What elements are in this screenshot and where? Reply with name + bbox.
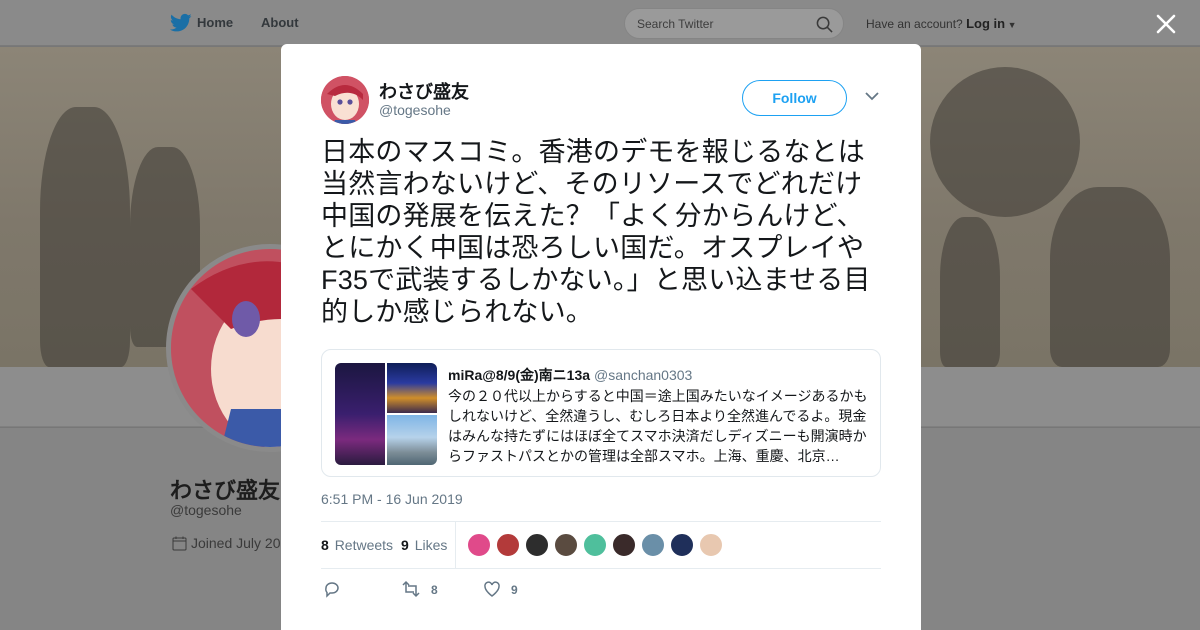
- divider: [321, 568, 881, 569]
- top-navigation-bar: Home About Search Twitter Have an accoun…: [0, 0, 1200, 46]
- quoted-tweet-text: 今の２０代以上からすると中国＝途上国みたいなイメージあるかもしれないけど、全然違…: [448, 388, 868, 464]
- tweet-actions: 8 9: [321, 577, 881, 603]
- quoted-image-1[interactable]: [335, 363, 385, 465]
- liker-avatar[interactable]: [525, 533, 549, 557]
- nav-about-link[interactable]: About: [261, 15, 299, 30]
- nav-home-link[interactable]: Home: [197, 15, 233, 30]
- account-area: Have an account? Log in ▼: [866, 16, 1017, 31]
- author-handle[interactable]: @togesohe: [379, 102, 451, 118]
- liker-avatar[interactable]: [496, 533, 520, 557]
- likes-stat[interactable]: 9 Likes: [401, 537, 447, 553]
- profile-name: わさび盛友: [170, 478, 281, 503]
- retweet-button[interactable]: 8: [401, 580, 438, 598]
- login-link[interactable]: Log in: [966, 16, 1005, 31]
- quoted-tweet-images[interactable]: [335, 363, 437, 465]
- search-input[interactable]: Search Twitter: [624, 8, 844, 39]
- tweet-timestamp[interactable]: 6:51 PM - 16 Jun 2019: [321, 491, 463, 507]
- liker-avatar[interactable]: [467, 533, 491, 557]
- retweets-stat[interactable]: 8 Retweets: [321, 537, 393, 553]
- stats-separator: [455, 522, 456, 568]
- close-icon[interactable]: [1155, 13, 1177, 35]
- retweet-action-count: 8: [431, 583, 438, 597]
- login-caret-icon[interactable]: ▼: [1005, 20, 1017, 30]
- reply-button[interactable]: [323, 580, 351, 598]
- reply-icon: [325, 582, 339, 598]
- tweet-stats: 8 Retweets 9 Likes: [321, 522, 881, 568]
- author-name[interactable]: わさび盛友: [379, 78, 469, 104]
- like-button[interactable]: 9: [483, 580, 518, 598]
- retweets-count: 8: [321, 537, 329, 553]
- liker-avatar[interactable]: [670, 533, 694, 557]
- author-avatar-illustration: [321, 76, 369, 124]
- heart-icon: [484, 581, 500, 597]
- quoted-tweet-header: miRa@8/9(金)南ニ13a @sanchan0303: [448, 365, 692, 385]
- retweets-label: Retweets: [334, 537, 394, 553]
- follow-button[interactable]: Follow: [742, 80, 847, 116]
- joined-date: Joined July 20: [191, 535, 281, 551]
- quoted-author-handle: @sanchan0303: [594, 367, 693, 383]
- author-avatar[interactable]: [321, 76, 369, 124]
- quoted-image-3[interactable]: [387, 415, 437, 465]
- profile-handle: @togesohe: [170, 502, 242, 518]
- liker-avatar[interactable]: [641, 533, 665, 557]
- liker-avatar[interactable]: [583, 533, 607, 557]
- quoted-image-2[interactable]: [387, 363, 437, 413]
- profile-joined: Joined July 20: [172, 535, 281, 551]
- like-action-count: 9: [511, 583, 518, 597]
- likes-label: Likes: [414, 537, 448, 553]
- tweet-text: 日本のマスコミ。香港のデモを報じるなとは当然言わないけど、そのリソースでどれだけ…: [321, 137, 871, 327]
- tweet-modal: わさび盛友 @togesohe Follow 日本のマスコミ。香港のデモを報じる…: [281, 44, 921, 630]
- search-placeholder: Search Twitter: [637, 17, 714, 31]
- retweet-icon: [402, 580, 420, 598]
- account-prompt: Have an account?: [866, 17, 963, 31]
- liker-avatar[interactable]: [554, 533, 578, 557]
- liker-avatar[interactable]: [612, 533, 636, 557]
- liker-avatar[interactable]: [699, 533, 723, 557]
- chevron-down-icon[interactable]: [865, 91, 879, 101]
- calendar-icon: [172, 536, 187, 551]
- twitter-bird-icon[interactable]: [170, 13, 192, 33]
- quoted-author-name: miRa@8/9(金)南ニ13a: [448, 367, 591, 383]
- likes-count: 9: [401, 537, 409, 553]
- search-icon[interactable]: [816, 16, 833, 33]
- quoted-tweet-card[interactable]: miRa@8/9(金)南ニ13a @sanchan0303 今の２０代以上からする…: [321, 349, 881, 477]
